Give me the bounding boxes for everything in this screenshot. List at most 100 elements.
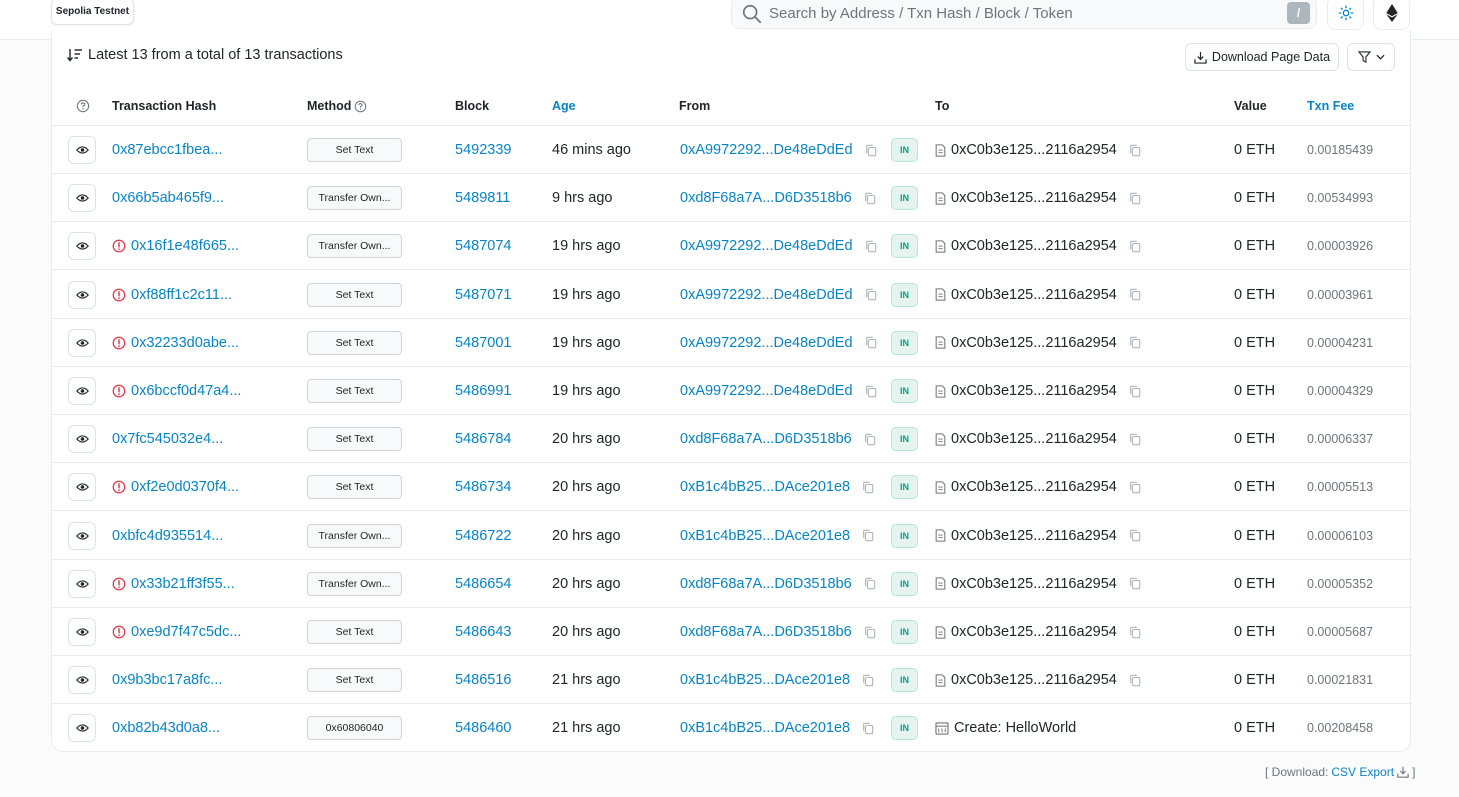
transaction-hash-link[interactable]: 0xb82b43d0a8... <box>112 720 220 736</box>
copy-icon[interactable] <box>1129 288 1141 301</box>
copy-icon[interactable] <box>1129 144 1141 157</box>
copy-to-address[interactable] <box>1129 288 1141 301</box>
to-address[interactable]: 0xC0b3e125...2116a2954 <box>951 431 1117 447</box>
from-address-link[interactable]: 0xB1c4bB25...DAce201e8 <box>680 672 850 688</box>
question-circle-icon[interactable] <box>354 100 367 113</box>
copy-to-address[interactable] <box>1129 577 1141 590</box>
copy-icon[interactable] <box>865 288 877 301</box>
copy-icon[interactable] <box>862 674 874 687</box>
to-address[interactable]: 0xC0b3e125...2116a2954 <box>951 190 1117 206</box>
transaction-hash-link[interactable]: 0x87ebcc1fbea... <box>112 142 222 158</box>
copy-from-address[interactable] <box>865 240 877 253</box>
block-link[interactable]: 5486784 <box>455 431 511 447</box>
copy-icon[interactable] <box>862 481 874 494</box>
copy-from-address[interactable] <box>864 433 876 446</box>
block-link[interactable]: 5486516 <box>455 672 511 688</box>
copy-to-address[interactable] <box>1129 144 1141 157</box>
from-address-link[interactable]: 0xA9972292...De48eDdEd <box>680 142 853 158</box>
copy-from-address[interactable] <box>865 288 877 301</box>
copy-to-address[interactable] <box>1129 529 1141 542</box>
copy-icon[interactable] <box>865 336 877 349</box>
from-address-link[interactable]: 0xA9972292...De48eDdEd <box>680 383 853 399</box>
to-address[interactable]: 0xC0b3e125...2116a2954 <box>951 672 1117 688</box>
copy-from-address[interactable] <box>862 481 874 494</box>
copy-icon[interactable] <box>865 385 877 398</box>
network-switch-button[interactable] <box>1373 0 1410 30</box>
transaction-hash-link[interactable]: 0x33b21ff3f55... <box>131 576 235 592</box>
view-details-button[interactable] <box>68 280 96 309</box>
from-address-link[interactable]: 0xA9972292...De48eDdEd <box>680 238 853 254</box>
transaction-hash-link[interactable]: 0xe9d7f47c5dc... <box>131 624 241 640</box>
copy-icon[interactable] <box>1129 674 1141 687</box>
view-details-button[interactable] <box>68 521 96 550</box>
to-address[interactable]: 0xC0b3e125...2116a2954 <box>951 383 1117 399</box>
column-help[interactable] <box>76 99 90 113</box>
view-details-button[interactable] <box>68 136 96 164</box>
copy-to-address[interactable] <box>1129 385 1141 398</box>
block-link[interactable]: 5486643 <box>455 624 511 640</box>
search-box[interactable]: / <box>731 0 1317 29</box>
copy-from-address[interactable] <box>864 626 876 639</box>
copy-icon[interactable] <box>865 144 877 157</box>
copy-icon[interactable] <box>865 240 877 253</box>
transaction-hash-link[interactable]: 0x9b3bc17a8fc... <box>112 672 222 688</box>
to-address[interactable]: 0xC0b3e125...2116a2954 <box>951 335 1117 351</box>
from-address-link[interactable]: 0xd8F68a7A...D6D3518b6 <box>680 431 852 447</box>
copy-from-address[interactable] <box>865 336 877 349</box>
from-address-link[interactable]: 0xB1c4bB25...DAce201e8 <box>680 528 850 544</box>
copy-to-address[interactable] <box>1129 626 1141 639</box>
copy-from-address[interactable] <box>862 674 874 687</box>
view-details-button[interactable] <box>68 328 96 357</box>
copy-icon[interactable] <box>862 722 874 735</box>
from-address-link[interactable]: 0xB1c4bB25...DAce201e8 <box>680 720 850 736</box>
column-header-fee[interactable]: Txn Fee <box>1307 99 1354 113</box>
download-page-data-button[interactable]: Download Page Data <box>1185 43 1339 71</box>
block-link[interactable]: 5487001 <box>455 335 511 351</box>
copy-icon[interactable] <box>862 529 874 542</box>
view-details-button[interactable] <box>68 473 96 502</box>
copy-to-address[interactable] <box>1129 192 1141 205</box>
copy-from-address[interactable] <box>865 385 877 398</box>
to-address[interactable]: 0xC0b3e125...2116a2954 <box>951 479 1117 495</box>
from-address-link[interactable]: 0xA9972292...De48eDdEd <box>680 287 853 303</box>
transaction-hash-link[interactable]: 0x16f1e48f665... <box>131 238 239 254</box>
block-link[interactable]: 5487074 <box>455 238 511 254</box>
block-link[interactable]: 5486460 <box>455 720 511 736</box>
block-link[interactable]: 5487071 <box>455 287 511 303</box>
copy-from-address[interactable] <box>862 529 874 542</box>
copy-to-address[interactable] <box>1129 674 1141 687</box>
to-address[interactable]: 0xC0b3e125...2116a2954 <box>951 287 1117 303</box>
transaction-hash-link[interactable]: 0x32233d0abe... <box>131 335 239 351</box>
from-address-link[interactable]: 0xd8F68a7A...D6D3518b6 <box>680 190 852 206</box>
view-details-button[interactable] <box>68 184 96 213</box>
column-header-age[interactable]: Age <box>552 99 576 113</box>
copy-to-address[interactable] <box>1129 433 1141 446</box>
transaction-hash-link[interactable]: 0xf88ff1c2c11... <box>131 287 232 303</box>
view-details-button[interactable] <box>68 618 96 646</box>
copy-icon[interactable] <box>1129 385 1141 398</box>
copy-icon[interactable] <box>1129 433 1141 446</box>
block-link[interactable]: 5486991 <box>455 383 511 399</box>
from-address-link[interactable]: 0xd8F68a7A...D6D3518b6 <box>680 576 852 592</box>
to-address[interactable]: 0xC0b3e125...2116a2954 <box>951 624 1117 640</box>
to-address[interactable]: 0xC0b3e125...2116a2954 <box>951 142 1117 158</box>
from-address-link[interactable]: 0xd8F68a7A...D6D3518b6 <box>680 624 852 640</box>
transaction-hash-link[interactable]: 0x66b5ab465f9... <box>112 190 224 206</box>
copy-icon[interactable] <box>1129 481 1141 494</box>
copy-from-address[interactable] <box>865 144 877 157</box>
to-address[interactable]: 0xC0b3e125...2116a2954 <box>951 528 1117 544</box>
block-link[interactable]: 5492339 <box>455 142 511 158</box>
copy-icon[interactable] <box>864 433 876 446</box>
csv-export-link[interactable]: CSV Export <box>1331 765 1394 779</box>
block-link[interactable]: 5486722 <box>455 528 511 544</box>
copy-from-address[interactable] <box>864 192 876 205</box>
transaction-hash-link[interactable]: 0xbfc4d935514... <box>112 528 223 544</box>
view-details-button[interactable] <box>68 666 96 695</box>
view-details-button[interactable] <box>68 377 96 405</box>
from-address-link[interactable]: 0xB1c4bB25...DAce201e8 <box>680 479 850 495</box>
network-badge[interactable]: Sepolia Testnet <box>51 0 134 25</box>
view-details-button[interactable] <box>68 569 96 598</box>
filter-dropdown-button[interactable] <box>1347 43 1395 71</box>
block-link[interactable]: 5489811 <box>455 190 510 206</box>
to-address[interactable]: Create: HelloWorld <box>954 720 1076 736</box>
